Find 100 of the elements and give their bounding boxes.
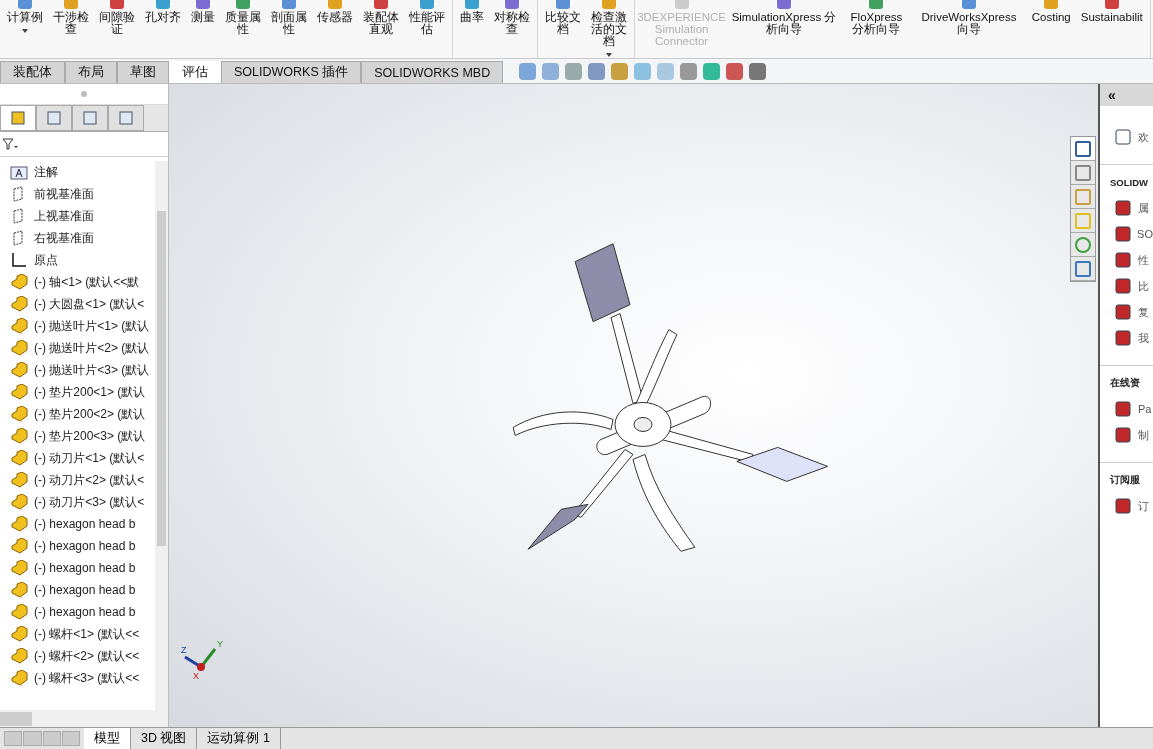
part-icon <box>10 516 28 532</box>
view-tool-icon[interactable] <box>680 62 698 80</box>
view-tool-icon[interactable] <box>565 62 583 80</box>
caret-icon <box>22 29 28 33</box>
ribbon-button[interactable]: 剖面属性 <box>267 0 311 58</box>
tree-item[interactable]: (-) 垫片200<1> (默认 <box>34 383 146 401</box>
ribbon-button[interactable]: SimulationXpress 分析向导 <box>727 0 841 58</box>
part-icon <box>10 428 28 444</box>
tree-item[interactable]: (-) 动刀片<1> (默认< <box>34 449 145 467</box>
tree-item[interactable]: (-) 抛送叶片<1> (默认 <box>34 317 150 335</box>
tree-item[interactable]: (-) hexagon head b <box>34 583 136 597</box>
panel-tab[interactable] <box>72 105 108 131</box>
horizontal-scrollbar[interactable] <box>0 710 168 727</box>
part-icon <box>10 274 28 290</box>
tree-item[interactable]: 前视基准面 <box>34 185 94 203</box>
tree-item[interactable]: (-) 动刀片<2> (默认< <box>34 471 145 489</box>
command-tab[interactable]: 装配体 <box>0 61 65 83</box>
ribbon-button[interactable]: 质量属性 <box>221 0 265 58</box>
tree-item[interactable]: (-) 动刀片<3> (默认< <box>34 493 145 511</box>
tree-item[interactable]: 上视基准面 <box>34 207 94 225</box>
tree-item[interactable]: (-) hexagon head b <box>34 517 136 531</box>
tree-item[interactable]: (-) 螺杆<2> (默认<< <box>34 647 140 665</box>
view-tool-icon[interactable] <box>703 62 721 80</box>
task-pane-link[interactable]: 我 <box>1138 330 1149 346</box>
task-pane-tab-icon <box>1074 260 1092 278</box>
ribbon-button[interactable]: 性能评估 <box>405 0 449 58</box>
tree-item[interactable]: (-) 轴<1> (默认<<默 <box>34 273 140 291</box>
part-icon <box>10 362 28 378</box>
tree-item[interactable]: (-) hexagon head b <box>34 561 136 575</box>
ribbon-button[interactable]: 比较文档 <box>541 0 585 58</box>
command-tab[interactable]: 布局 <box>65 61 117 83</box>
command-tab[interactable]: SOLIDWORKS 插件 <box>221 61 362 83</box>
task-pane-link[interactable]: 属 <box>1138 200 1149 216</box>
tree-item[interactable]: (-) 抛送叶片<3> (默认 <box>34 361 150 379</box>
document-icon <box>1114 329 1132 347</box>
panel-tab[interactable] <box>0 105 36 131</box>
tree-item[interactable]: (-) hexagon head b <box>34 605 136 619</box>
document-icon <box>1114 225 1132 243</box>
ribbon-button[interactable]: 曲率 <box>456 0 488 58</box>
ribbon-button[interactable]: 测量 <box>187 0 219 58</box>
ribbon-button[interactable]: 间隙验证 <box>95 0 139 58</box>
part-icon <box>10 582 28 598</box>
task-pane-link[interactable]: 性 <box>1138 252 1149 268</box>
part-icon <box>10 340 28 356</box>
ribbon-button[interactable]: Sustainabilit <box>1076 0 1147 58</box>
tree-item[interactable]: (-) 抛送叶片<2> (默认 <box>34 339 150 357</box>
tree-item[interactable]: (-) 螺杆<3> (默认<< <box>34 669 140 687</box>
ribbon-button[interactable]: 计算例 <box>3 0 47 58</box>
task-pane-link[interactable]: Pa <box>1138 403 1152 415</box>
ribbon-button[interactable]: 装配体直观 <box>359 0 403 58</box>
view-tool-icon[interactable] <box>611 62 629 80</box>
filter-icon[interactable] <box>2 137 18 151</box>
task-pane-tab-icon <box>1074 188 1092 206</box>
part-icon <box>10 648 28 664</box>
ribbon-button[interactable]: 干涉检查 <box>49 0 93 58</box>
view-tool-icon[interactable] <box>726 62 744 80</box>
command-tab[interactable]: 草图 <box>117 61 169 83</box>
command-tab[interactable]: 评估 <box>169 61 221 83</box>
task-pane-link[interactable]: 制 <box>1138 427 1149 443</box>
panel-tab[interactable] <box>36 105 72 131</box>
task-pane-link[interactable]: 比 <box>1138 278 1149 294</box>
task-pane-link[interactable]: 复 <box>1138 304 1149 320</box>
part-icon <box>10 450 28 466</box>
scrollbar[interactable] <box>155 161 168 710</box>
collapse-button[interactable]: « <box>1108 87 1116 103</box>
task-pane-link[interactable]: SO <box>1137 228 1153 240</box>
view-tool-icon[interactable] <box>634 62 652 80</box>
tree-item[interactable]: 原点 <box>34 251 58 269</box>
sheet-tab[interactable]: 模型 <box>84 728 131 749</box>
ribbon-button[interactable]: FloXpress 分析向导 <box>842 0 911 58</box>
ribbon-button[interactable]: 传感器 <box>313 0 357 58</box>
ribbon-button[interactable]: 孔对齐 <box>141 0 185 58</box>
tree-item[interactable]: 注解 <box>34 163 58 181</box>
part-icon <box>10 406 28 422</box>
view-tool-icon[interactable] <box>749 62 767 80</box>
ribbon-button[interactable]: 对称检查 <box>490 0 534 58</box>
panel-tab[interactable] <box>108 105 144 131</box>
task-pane-link[interactable]: 欢 <box>1138 129 1149 145</box>
document-icon <box>1114 199 1132 217</box>
grip-icon[interactable] <box>81 91 87 97</box>
part-icon <box>10 384 28 400</box>
view-tool-icon[interactable] <box>588 62 606 80</box>
task-pane-tab[interactable] <box>1071 137 1095 161</box>
ribbon-button[interactable]: Costing <box>1027 0 1075 58</box>
tree-item[interactable]: 右视基准面 <box>34 229 94 247</box>
tree-item[interactable]: (-) 大圆盘<1> (默认< <box>34 295 145 313</box>
tree-item[interactable]: (-) 螺杆<1> (默认<< <box>34 625 140 643</box>
view-tool-icon[interactable] <box>519 62 537 80</box>
section-heading: 订阅服 <box>1110 473 1140 487</box>
part-icon <box>10 604 28 620</box>
ribbon-button[interactable]: DriveWorksXpress 向导 <box>912 0 1026 58</box>
tree-item[interactable]: (-) hexagon head b <box>34 539 136 553</box>
task-pane-link[interactable]: 订 <box>1138 498 1149 514</box>
task-pane-tab-icon <box>1074 164 1092 182</box>
view-tool-icon[interactable] <box>542 62 560 80</box>
tree-item[interactable]: (-) 垫片200<3> (默认 <box>34 427 146 445</box>
task-pane-tab-icon <box>1074 212 1092 230</box>
command-tab[interactable]: SOLIDWORKS MBD <box>361 61 504 83</box>
tree-item[interactable]: (-) 垫片200<2> (默认 <box>34 405 146 423</box>
part-icon <box>10 538 28 554</box>
